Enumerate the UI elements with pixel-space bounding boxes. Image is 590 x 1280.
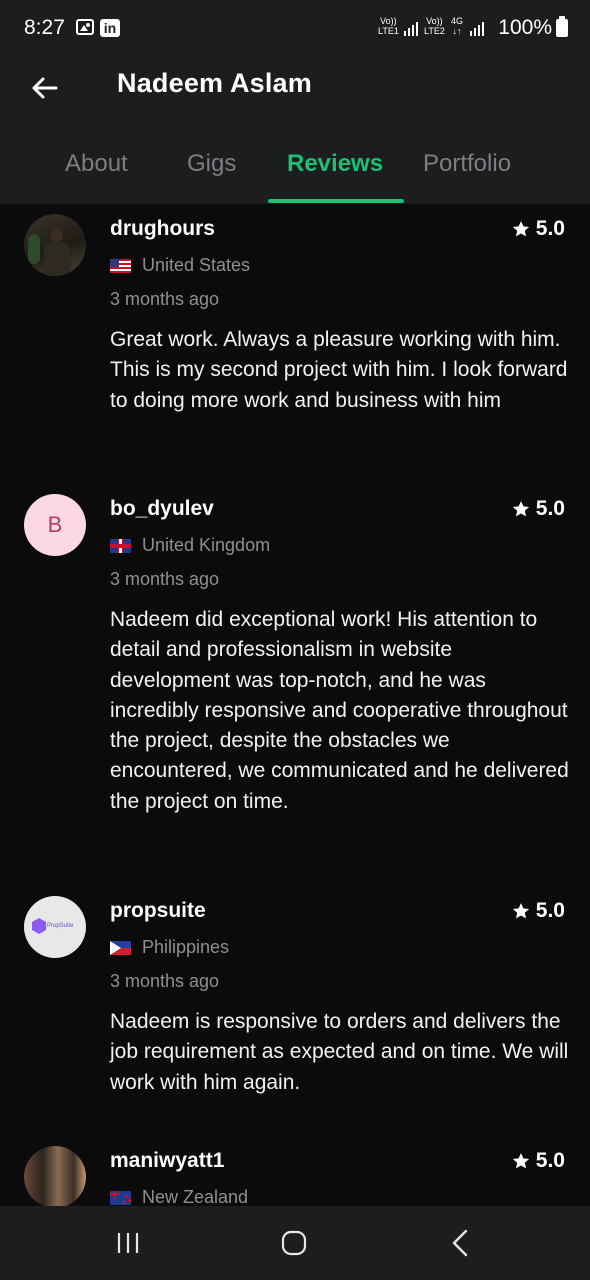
star-icon — [512, 221, 529, 237]
avatar[interactable] — [24, 214, 86, 276]
home-button[interactable] — [274, 1226, 314, 1260]
recent-apps-button[interactable] — [108, 1226, 148, 1260]
system-nav-bar — [0, 1206, 590, 1280]
reviewer-country: United Kingdom — [110, 535, 270, 556]
battery-level: 100% — [498, 16, 552, 39]
review-item: PropSuite propsuite 5.0 Philippines 3 mo… — [0, 886, 590, 1136]
star-icon — [512, 903, 529, 919]
reviewer-country: United States — [110, 255, 250, 276]
sim1-indicator: Vo)) LTE1 — [378, 16, 399, 36]
uk-flag-icon — [110, 538, 131, 553]
network-indicator: 4G ↓↑ — [451, 16, 464, 36]
rating-value: 5.0 — [535, 217, 565, 240]
linkedin-icon: in — [100, 19, 120, 37]
signal-bars-icon — [470, 20, 484, 36]
review-time: 3 months ago — [110, 971, 220, 991]
review-text: Nadeem is responsive to orders and deliv… — [110, 1010, 569, 1094]
country-name: United States — [142, 255, 251, 275]
tab-bar: About Gigs Reviews Portfolio — [0, 136, 590, 203]
tab-reviews[interactable]: Reviews — [287, 150, 383, 178]
country-name: Philippines — [142, 937, 230, 957]
image-icon — [76, 19, 94, 35]
signal-bars-icon — [404, 20, 418, 36]
country-name: United Kingdom — [142, 535, 271, 555]
avatar[interactable] — [24, 1146, 86, 1206]
recent-apps-icon — [117, 1233, 139, 1253]
us-flag-icon — [110, 258, 131, 273]
tab-gigs[interactable]: Gigs — [187, 150, 236, 178]
active-tab-indicator — [268, 199, 404, 203]
rating-value: 5.0 — [535, 899, 565, 922]
reviews-list[interactable]: drughours 5.0 United States 3 months ago… — [0, 204, 590, 1206]
home-icon — [281, 1230, 307, 1256]
ph-flag-icon — [110, 940, 131, 955]
reviewer-username[interactable]: bo_dyulev — [110, 497, 214, 521]
rating-value: 5.0 — [535, 1149, 565, 1172]
battery-icon — [556, 16, 568, 37]
tab-portfolio[interactable]: Portfolio — [423, 150, 511, 178]
reviewer-username[interactable]: drughours — [110, 217, 215, 241]
reviewer-country: Philippines — [110, 937, 229, 958]
status-time: 8:27 — [24, 16, 65, 39]
review-time: 3 months ago — [110, 289, 220, 309]
rating-value: 5.0 — [535, 497, 565, 520]
review-item: drughours 5.0 United States 3 months ago… — [0, 204, 590, 484]
avatar[interactable]: B — [24, 494, 86, 556]
app-header: Nadeem Aslam About Gigs Reviews Portfoli… — [0, 56, 590, 204]
screen: 8:27 in Vo)) LTE1 Vo)) LTE2 4G ↓↑ 100% Nade… — [0, 0, 590, 1280]
nav-back-button[interactable] — [440, 1226, 480, 1260]
status-bar: 8:27 in Vo)) LTE1 Vo)) LTE2 4G ↓↑ 100% — [0, 0, 590, 56]
nz-flag-icon — [110, 1190, 131, 1205]
back-button[interactable] — [22, 66, 66, 110]
review-rating: 5.0 — [512, 899, 565, 923]
avatar[interactable]: PropSuite — [24, 896, 86, 958]
review-rating: 5.0 — [512, 1149, 565, 1173]
review-time: 3 months ago — [110, 569, 220, 589]
sim2-indicator: Vo)) LTE2 — [424, 16, 445, 36]
arrow-left-icon — [32, 77, 58, 99]
review-rating: 5.0 — [512, 217, 565, 241]
review-rating: 5.0 — [512, 497, 565, 521]
reviewer-username[interactable]: propsuite — [110, 899, 206, 923]
country-name: New Zealand — [142, 1187, 249, 1206]
star-icon — [512, 501, 529, 517]
reviewer-country: New Zealand — [110, 1187, 248, 1206]
avatar-logo-text: PropSuite — [47, 923, 74, 929]
reviewer-username[interactable]: maniwyatt1 — [110, 1149, 224, 1173]
page-title: Nadeem Aslam — [117, 68, 312, 98]
review-item: B bo_dyulev 5.0 United Kingdom 3 months … — [0, 484, 590, 886]
review-item: maniwyatt1 5.0 New Zealand — [0, 1136, 590, 1206]
review-text: Great work. Always a pleasure working wi… — [110, 328, 568, 412]
review-text: Nadeem did exceptional work! His attenti… — [110, 608, 569, 813]
cube-logo-icon — [32, 918, 46, 934]
star-icon — [512, 1153, 529, 1169]
tab-about[interactable]: About — [65, 150, 128, 178]
back-icon — [452, 1229, 468, 1257]
